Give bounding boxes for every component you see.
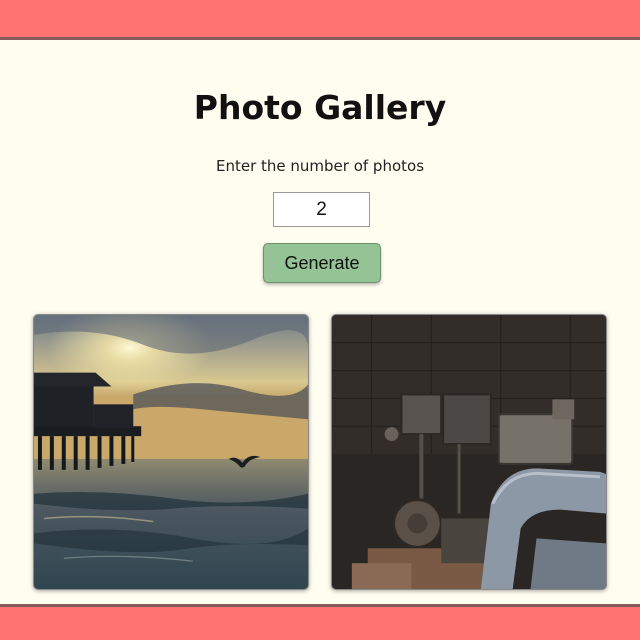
gallery-photo-machinery[interactable] — [331, 314, 607, 590]
photo-count-label: Enter the number of photos — [215, 157, 425, 175]
top-band — [0, 0, 640, 40]
bottom-band — [0, 604, 640, 640]
pier-sunset-image — [34, 315, 308, 589]
gallery-photo-pier-sunset[interactable] — [33, 314, 309, 590]
page: Photo Gallery Enter the number of photos… — [0, 0, 640, 640]
page-title: Photo Gallery — [193, 88, 447, 127]
photo-count-input[interactable] — [273, 192, 370, 227]
generate-button[interactable]: Generate — [263, 243, 381, 283]
main-content: Photo Gallery Enter the number of photos… — [0, 40, 640, 604]
machinery-image — [332, 315, 606, 589]
